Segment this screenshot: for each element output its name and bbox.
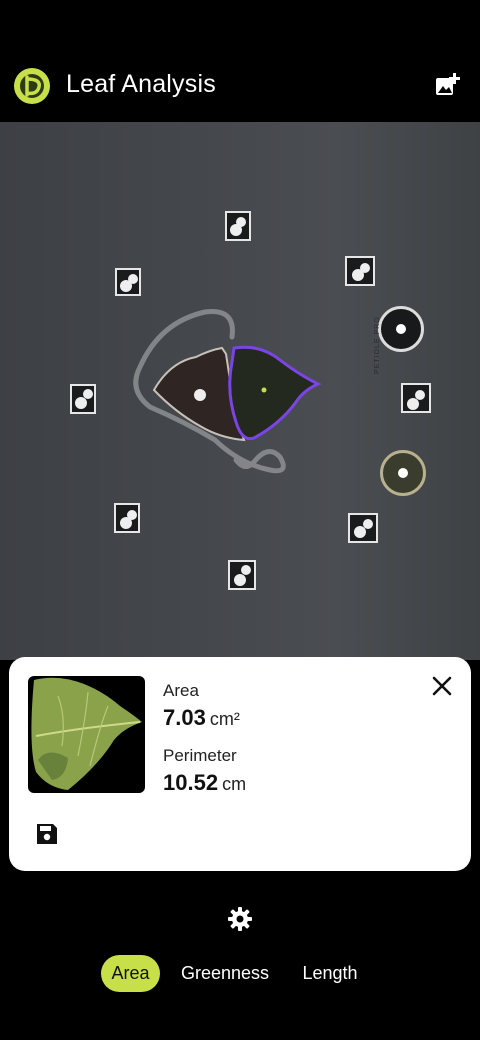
perimeter-value: 10.52 cm (163, 770, 246, 796)
close-icon[interactable] (429, 673, 455, 699)
tab-length[interactable]: Length (292, 955, 368, 992)
calibration-marker (225, 211, 251, 241)
perimeter-number: 10.52 (163, 770, 219, 795)
leaf-left-marker[interactable] (194, 389, 206, 401)
area-label: Area (163, 681, 199, 700)
area-number: 7.03 (163, 705, 206, 730)
leaf-centroid (261, 387, 267, 393)
area-value: 7.03 cm² (163, 705, 240, 731)
scale-reference-dot[interactable] (378, 306, 424, 352)
calibration-marker (114, 503, 140, 533)
board-imprint: PETIOLE PRO (374, 316, 381, 374)
calibration-marker (401, 383, 431, 413)
scale-reference-dot[interactable] (380, 450, 426, 496)
camera-viewport[interactable]: PETIOLE PRO (0, 122, 480, 660)
app-bar: Leaf Analysis (0, 0, 480, 122)
area-unit: cm² (209, 709, 240, 729)
perimeter-unit: cm (222, 774, 247, 794)
calibration-marker (228, 560, 256, 590)
save-icon[interactable] (35, 822, 59, 846)
leaf-thumbnail (28, 676, 145, 793)
mode-tabs: Area Greenness Length (0, 955, 480, 995)
leaf-app-logo-icon (14, 68, 50, 104)
calibration-marker (348, 513, 378, 543)
analysis-overlay (70, 211, 431, 590)
gear-icon[interactable] (227, 906, 253, 932)
add-photo-icon[interactable] (434, 72, 460, 98)
calibration-marker (70, 384, 96, 414)
calibration-marker (115, 268, 141, 296)
tab-greenness[interactable]: Greenness (172, 955, 278, 992)
result-card: Area 7.03 cm² Perimeter 10.52 cm (9, 657, 471, 871)
perimeter-label: Perimeter (163, 746, 237, 765)
page-title: Leaf Analysis (66, 70, 216, 98)
calibration-marker (345, 256, 375, 286)
tab-area[interactable]: Area (101, 955, 160, 992)
leaf-selected[interactable] (228, 345, 322, 441)
